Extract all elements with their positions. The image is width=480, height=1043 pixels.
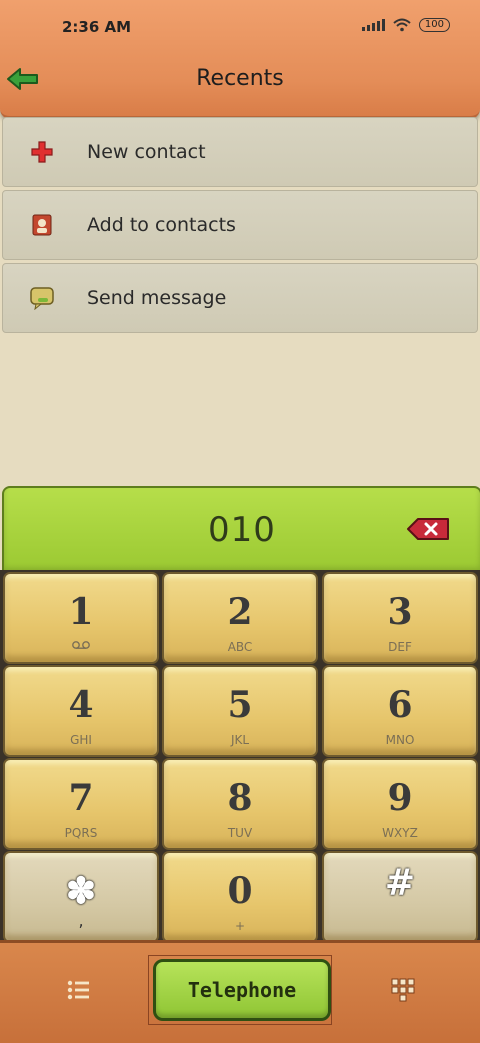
key-digit: 8 (227, 777, 253, 819)
key-7[interactable]: 7 PQRS (3, 758, 159, 850)
key-2[interactable]: 2 ABC (162, 572, 318, 664)
key-letters: DEF (388, 640, 412, 654)
key-3[interactable]: 3 DEF (322, 572, 478, 664)
voicemail-icon (72, 641, 90, 649)
key-letters: JKL (230, 733, 250, 747)
dialpad-icon[interactable] (390, 977, 416, 1003)
key-letters: WXYZ (382, 826, 418, 840)
bottom-bar: Telephone (0, 940, 480, 1043)
key-9[interactable]: 9 WXYZ (322, 758, 478, 850)
key-8[interactable]: 8 TUV (162, 758, 318, 850)
key-digit: 9 (387, 777, 413, 819)
key-letters: PQRS (64, 826, 98, 840)
menu-item-add-to-contacts[interactable]: Add to contacts (2, 190, 478, 260)
key-6[interactable]: 6 MNO (322, 665, 478, 757)
key-letters: , (78, 911, 84, 930)
key-hash[interactable]: # (322, 851, 478, 943)
key-letters: MNO (385, 733, 415, 747)
signal-icon (361, 19, 385, 31)
menu-item-new-contact[interactable]: New contact (2, 117, 478, 187)
status-time: 2:36 AM (62, 18, 132, 36)
recents-menu: New contact Add to contacts Send message (0, 117, 480, 336)
key-letters: ABC (227, 640, 253, 654)
key-1[interactable]: 1 (3, 572, 159, 664)
page-title: Recents (196, 66, 284, 91)
menu-item-label: Add to contacts (87, 214, 236, 236)
key-digit: ✽ (65, 870, 97, 912)
battery-indicator: 100 (418, 18, 450, 32)
wifi-icon (393, 18, 411, 32)
list-icon[interactable] (66, 977, 92, 1003)
keypad: 1 2 ABC 3 DEF 4 GHI 5 JKL 6 MNO 7 PQRS 8… (0, 570, 480, 943)
key-5[interactable]: 5 JKL (162, 665, 318, 757)
key-digit: 0 (227, 870, 253, 912)
number-display: 010 (2, 486, 480, 574)
key-4[interactable]: 4 GHI (3, 665, 159, 757)
key-digit: 3 (387, 591, 413, 633)
key-digit: 1 (68, 591, 94, 633)
plus-icon (29, 139, 55, 165)
menu-item-send-message[interactable]: Send message (2, 263, 478, 333)
message-icon (29, 285, 55, 311)
key-letters: TUV (227, 826, 253, 840)
key-digit: 4 (68, 684, 94, 726)
status-icons: 100 (361, 18, 450, 32)
backspace-icon[interactable] (406, 517, 450, 541)
key-0[interactable]: 0 + (162, 851, 318, 943)
menu-item-label: New contact (87, 141, 206, 163)
app-header: 2:36 AM 100 Recents (0, 0, 480, 119)
telephone-button[interactable]: Telephone (153, 959, 331, 1021)
key-digit: 5 (227, 684, 253, 726)
key-digit: 7 (68, 777, 94, 819)
key-digit: 2 (227, 591, 253, 633)
key-star[interactable]: ✽ , (3, 851, 159, 943)
key-letters: + (234, 919, 246, 933)
key-digit: 6 (387, 684, 413, 726)
contact-card-icon (29, 212, 55, 238)
menu-item-label: Send message (87, 287, 227, 309)
key-letters: GHI (70, 733, 92, 747)
key-digit: # (384, 862, 416, 904)
